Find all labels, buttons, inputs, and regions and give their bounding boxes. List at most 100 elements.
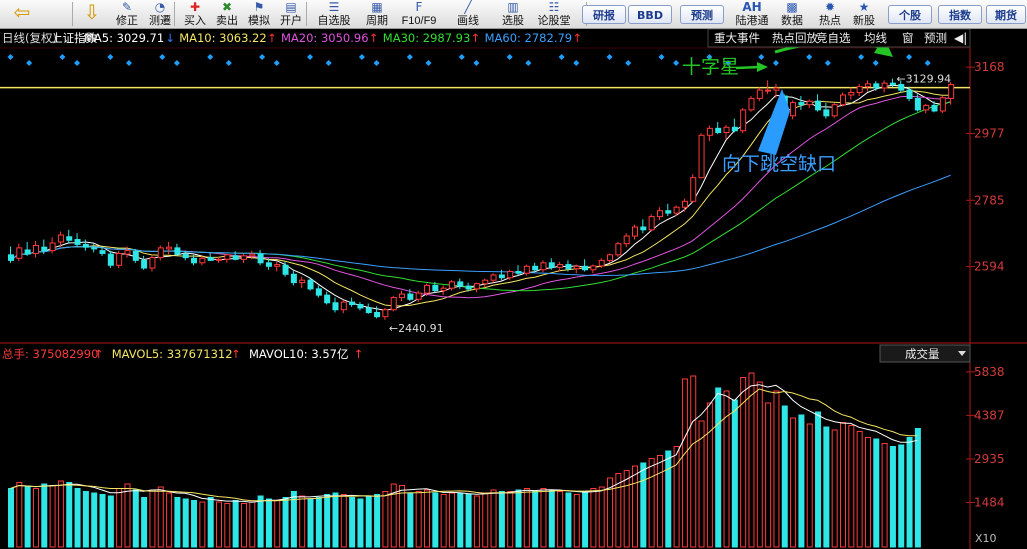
chart-menu-item[interactable]: 热点回放 — [772, 31, 818, 45]
candlestick — [315, 285, 322, 298]
data-button[interactable]: ▩ 数据 — [776, 0, 808, 28]
ah-icon: AH — [742, 0, 762, 14]
volume-arrow-icon: ↑ — [354, 347, 364, 361]
candle-body — [648, 216, 655, 231]
draw-line-button[interactable]: ╱ 画线 — [448, 0, 488, 28]
event-diamond-marker — [772, 60, 779, 66]
candlestick — [240, 253, 247, 263]
candle-body — [41, 246, 48, 252]
toolbar-button-label: 陆港通 — [735, 15, 769, 27]
candle-body — [548, 262, 555, 268]
candle-body — [315, 288, 322, 296]
f10-button[interactable]: F F10/F9 — [396, 0, 442, 28]
volume-bar — [374, 494, 381, 548]
draw-line-icon: ╱ — [464, 0, 472, 14]
candlestick — [848, 87, 855, 100]
ipo-icon: ★ — [858, 0, 870, 14]
volume-bar — [82, 491, 89, 548]
volume-bar — [756, 381, 763, 548]
candle-body — [615, 243, 622, 256]
volume-bar — [66, 482, 73, 548]
volume-bar — [690, 375, 697, 548]
ma-line-ma5 — [10, 84, 951, 311]
volume-bar — [623, 470, 630, 548]
annotation-doji-arrowhead — [757, 62, 768, 72]
toolbar-button-label: 开户 — [280, 15, 302, 27]
candlestick — [91, 243, 98, 253]
chart-menu-item[interactable]: 窗 — [902, 31, 914, 45]
candlestick — [24, 241, 31, 256]
candle-body — [440, 287, 447, 292]
chart-menu-item[interactable]: 预测 — [924, 31, 947, 45]
period-icon: ▦ — [371, 0, 383, 14]
high-price-label: ←3129.94 — [896, 73, 951, 86]
candlestick — [756, 87, 763, 102]
pill-button-1[interactable]: BBD — [628, 5, 672, 24]
volume-bar — [424, 489, 430, 548]
candle-body — [191, 257, 198, 264]
period-button[interactable]: ▦ 周期 — [360, 0, 394, 28]
volume-bar — [232, 500, 239, 548]
candlestick — [840, 92, 846, 107]
tab-futures[interactable]: 期货 — [986, 5, 1026, 24]
hot-button[interactable]: ✹ 热点 — [814, 0, 846, 28]
volume-bar — [41, 483, 48, 548]
ma-legend-1: MA10: 3063.22 — [179, 31, 267, 45]
left-arrow-button[interactable]: ⇦ — [6, 0, 38, 28]
volume-bar — [49, 485, 56, 548]
chart-menu-item[interactable]: 竞自选 — [816, 31, 851, 45]
sell-button[interactable]: ✖ 卖出 — [212, 0, 242, 28]
candle-body — [482, 279, 489, 285]
candlestick — [365, 303, 372, 314]
collapse-toggle-icon[interactable]: ◀| — [954, 31, 967, 45]
toolbar-separator — [306, 2, 307, 26]
edit-button[interactable]: ✎ 修正 — [112, 0, 142, 28]
volume-tick-label: 5838 — [974, 365, 1005, 379]
chart-menu-item[interactable]: 均线 — [864, 31, 887, 45]
ipo-button[interactable]: ★ 新股 — [848, 0, 880, 28]
volume-bar — [207, 497, 214, 548]
event-diamond-marker — [625, 60, 632, 66]
tab-index[interactable]: 指数 — [938, 5, 982, 24]
candlestick — [856, 83, 863, 97]
toolbar-button-label: 热点 — [819, 15, 841, 27]
buy-button[interactable]: ✚ 买入 — [180, 0, 210, 28]
candle-body — [166, 246, 173, 250]
volume-legend-total: 总手: 375082990 — [2, 347, 98, 361]
candlestick — [440, 285, 447, 296]
data-icon: ▩ — [786, 0, 798, 14]
candle-body — [665, 210, 672, 214]
volume-bar — [299, 495, 306, 548]
candlestick — [815, 94, 822, 112]
account-button[interactable]: ▤ 开户 — [276, 0, 306, 28]
pill-button-0[interactable]: 研报 — [582, 5, 626, 24]
hk-connect-button[interactable]: AH 陆港通 — [730, 0, 774, 28]
stock-picker-button[interactable]: ▥ 选股 — [496, 0, 530, 28]
price-tick-label: 2977 — [974, 127, 1005, 141]
pill-button-2[interactable]: 预测 — [680, 5, 724, 24]
watchlist-button[interactable]: ☰ 自选股 — [312, 0, 356, 28]
down-arrow-button[interactable]: ⇩ — [80, 0, 104, 28]
volume-bar — [465, 494, 472, 548]
candle-body — [831, 104, 838, 117]
tab-stock[interactable]: 个股 — [888, 5, 932, 24]
forum-button[interactable]: ☷ 论股堂 — [532, 0, 576, 28]
volume-bar — [565, 492, 572, 548]
chart-menu-item[interactable]: 重大事件 — [714, 31, 760, 45]
candle-body — [656, 210, 663, 218]
candle-body — [640, 226, 647, 231]
gauge-button[interactable]: ◔ 测遷 — [144, 0, 176, 28]
event-diamond-marker — [125, 60, 132, 66]
candle-body — [906, 89, 913, 99]
candle-body — [157, 247, 164, 259]
candlestick — [340, 299, 347, 314]
candlestick — [523, 264, 530, 276]
candle-body — [141, 259, 148, 269]
simulate-button[interactable]: ⚑ 模拟 — [244, 0, 274, 28]
ma-line-ma10 — [10, 90, 951, 307]
toolbar-button-label: 新股 — [853, 15, 875, 27]
candlestick — [107, 250, 114, 269]
candlestick — [290, 270, 297, 286]
volume-bar — [216, 501, 222, 548]
candle-body — [598, 259, 605, 267]
